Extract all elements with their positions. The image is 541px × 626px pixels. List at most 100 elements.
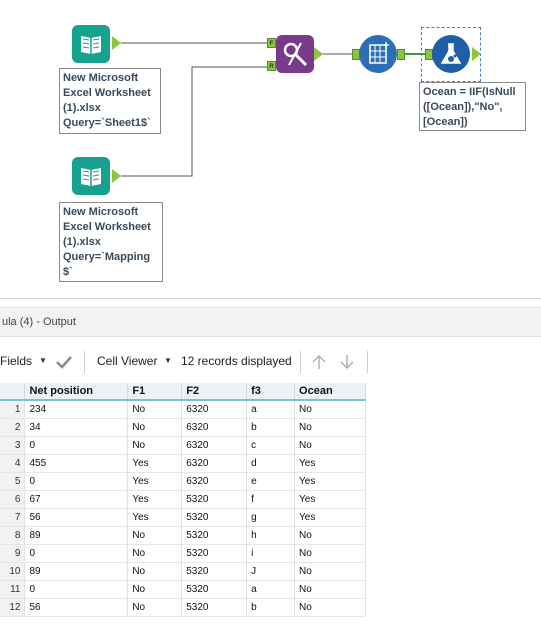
- table-cell[interactable]: No: [294, 562, 366, 581]
- column-header[interactable]: F2: [181, 383, 248, 401]
- table-cell[interactable]: e: [246, 472, 296, 491]
- join-anchor-r[interactable]: R: [267, 61, 276, 71]
- table-cell[interactable]: 6320: [181, 418, 248, 437]
- table-cell[interactable]: Yes: [294, 508, 366, 527]
- join-tool[interactable]: [276, 35, 314, 73]
- table-cell[interactable]: 56: [24, 508, 129, 527]
- output-anchor-input1[interactable]: [112, 36, 121, 50]
- table-cell[interactable]: No: [127, 436, 183, 455]
- table-cell[interactable]: 5320: [181, 508, 248, 527]
- table-cell[interactable]: 0: [24, 580, 129, 599]
- table-cell[interactable]: b: [246, 418, 296, 437]
- column-header[interactable]: Net position: [24, 383, 129, 401]
- table-cell[interactable]: 34: [24, 418, 129, 437]
- output-anchor-select[interactable]: [397, 49, 405, 60]
- table-cell[interactable]: g: [246, 508, 296, 527]
- input-data-tool-2[interactable]: [72, 157, 110, 195]
- table-row[interactable]: 9 0 No 5320 i No: [0, 544, 366, 563]
- table-cell[interactable]: f: [246, 490, 296, 509]
- join-anchor-f[interactable]: F: [267, 38, 276, 48]
- table-cell[interactable]: J: [246, 562, 296, 581]
- output-anchor-join[interactable]: [314, 47, 323, 61]
- table-row[interactable]: 4 455 Yes 6320 d Yes: [0, 454, 366, 473]
- table-cell[interactable]: No: [294, 598, 366, 617]
- input-data-tool-1[interactable]: [72, 25, 110, 63]
- workflow-canvas[interactable]: New Microsoft Excel Worksheet (1).xlsx Q…: [0, 0, 541, 300]
- select-tool[interactable]: [359, 35, 397, 73]
- fields-caret-icon[interactable]: ▼: [39, 356, 47, 365]
- table-cell[interactable]: 5320: [181, 490, 248, 509]
- table-cell[interactable]: c: [246, 436, 296, 455]
- output-anchor-input2[interactable]: [112, 169, 121, 183]
- cell-viewer-menu[interactable]: Cell Viewer: [97, 354, 157, 368]
- arrow-down-icon[interactable]: [338, 353, 356, 371]
- table-cell[interactable]: Yes: [127, 454, 183, 473]
- table-cell[interactable]: 0: [24, 436, 129, 455]
- table-cell[interactable]: Yes: [294, 454, 366, 473]
- table-row[interactable]: 6 67 Yes 5320 f Yes: [0, 490, 366, 509]
- table-cell[interactable]: No: [127, 562, 183, 581]
- column-header[interactable]: F1: [127, 383, 183, 401]
- table-cell[interactable]: Yes: [127, 472, 183, 491]
- table-cell[interactable]: 0: [24, 544, 129, 563]
- column-header[interactable]: Ocean: [294, 383, 366, 401]
- table-cell[interactable]: No: [127, 598, 183, 617]
- table-cell[interactable]: No: [127, 418, 183, 437]
- table-cell[interactable]: 5320: [181, 562, 248, 581]
- table-cell[interactable]: 455: [24, 454, 129, 473]
- table-cell[interactable]: 67: [24, 490, 129, 509]
- table-cell[interactable]: No: [127, 580, 183, 599]
- table-row[interactable]: 5 0 Yes 6320 e Yes: [0, 472, 366, 491]
- table-cell[interactable]: Yes: [127, 508, 183, 527]
- table-cell[interactable]: 6320: [181, 436, 248, 455]
- table-row[interactable]: 12 56 No 5320 b No: [0, 598, 366, 617]
- table-cell[interactable]: 6320: [181, 400, 248, 419]
- table-cell[interactable]: 89: [24, 526, 129, 545]
- table-cell[interactable]: No: [294, 436, 366, 455]
- table-cell[interactable]: h: [246, 526, 296, 545]
- results-grid[interactable]: Net position F1 F2 f3 Ocean 1 234 No 6320 a N…: [0, 383, 366, 617]
- results-toolbar: Fields ▼ Cell Viewer ▼ 12 records displa…: [0, 342, 541, 382]
- table-cell[interactable]: No: [294, 400, 366, 419]
- table-cell[interactable]: 56: [24, 598, 129, 617]
- table-cell[interactable]: Yes: [127, 490, 183, 509]
- table-cell[interactable]: 89: [24, 562, 129, 581]
- table-cell[interactable]: 6320: [181, 454, 248, 473]
- table-cell[interactable]: No: [127, 400, 183, 419]
- table-cell[interactable]: No: [294, 526, 366, 545]
- table-cell[interactable]: 5320: [181, 580, 248, 599]
- table-cell[interactable]: Yes: [294, 490, 366, 509]
- table-cell[interactable]: 5320: [181, 544, 248, 563]
- table-cell[interactable]: 5320: [181, 598, 248, 617]
- table-cell[interactable]: No: [294, 580, 366, 599]
- table-row[interactable]: 3 0 No 6320 c No: [0, 436, 366, 455]
- table-cell[interactable]: a: [246, 400, 296, 419]
- table-cell[interactable]: 6320: [181, 472, 248, 491]
- table-cell[interactable]: a: [246, 580, 296, 599]
- output-anchor-formula[interactable]: [472, 47, 481, 61]
- formula-tool[interactable]: [432, 35, 470, 73]
- table-cell[interactable]: No: [294, 544, 366, 563]
- table-cell[interactable]: i: [246, 544, 296, 563]
- column-header[interactable]: f3: [246, 383, 296, 401]
- table-cell[interactable]: d: [246, 454, 296, 473]
- table-row[interactable]: 2 34 No 6320 b No: [0, 418, 366, 437]
- fields-menu[interactable]: Fields: [0, 354, 32, 368]
- table-cell[interactable]: No: [294, 418, 366, 437]
- table-row[interactable]: 8 89 No 5320 h No: [0, 526, 366, 545]
- table-row[interactable]: 7 56 Yes 5320 g Yes: [0, 508, 366, 527]
- checkmark-icon[interactable]: [55, 354, 73, 370]
- table-cell[interactable]: 5320: [181, 526, 248, 545]
- table-cell[interactable]: 0: [24, 472, 129, 491]
- arrow-up-icon[interactable]: [310, 353, 328, 371]
- results-table: Net position F1 F2 f3 Ocean 1 234 No 6320 a N…: [0, 383, 366, 617]
- table-cell[interactable]: 234: [24, 400, 129, 419]
- table-row[interactable]: 11 0 No 5320 a No: [0, 580, 366, 599]
- table-cell[interactable]: b: [246, 598, 296, 617]
- table-row[interactable]: 1 234 No 6320 a No: [0, 400, 366, 419]
- table-row[interactable]: 10 89 No 5320 J No: [0, 562, 366, 581]
- table-cell[interactable]: Yes: [294, 472, 366, 491]
- table-cell[interactable]: No: [127, 544, 183, 563]
- table-cell[interactable]: No: [127, 526, 183, 545]
- cell-viewer-caret-icon[interactable]: ▼: [164, 356, 172, 365]
